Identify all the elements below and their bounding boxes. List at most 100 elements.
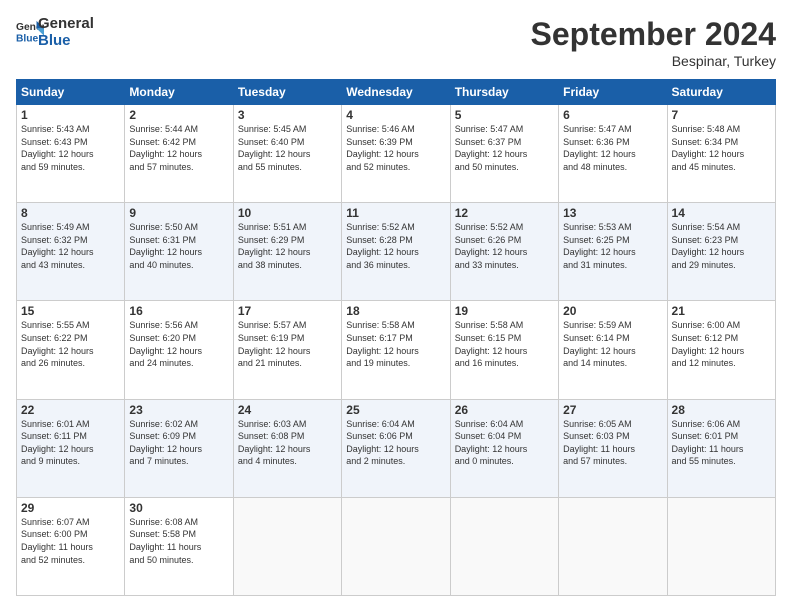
day-cell: 16Sunrise: 5:56 AM Sunset: 6:20 PM Dayli… [125,301,233,399]
day-number: 18 [346,304,445,318]
day-number: 15 [21,304,120,318]
day-cell: 15Sunrise: 5:55 AM Sunset: 6:22 PM Dayli… [17,301,125,399]
day-cell: 5Sunrise: 5:47 AM Sunset: 6:37 PM Daylig… [450,105,558,203]
day-cell: 1Sunrise: 5:43 AM Sunset: 6:43 PM Daylig… [17,105,125,203]
day-info: Sunrise: 5:51 AM Sunset: 6:29 PM Dayligh… [238,221,337,271]
page: General Blue General Blue September 2024… [0,0,792,612]
month-title: September 2024 [531,16,776,53]
day-number: 23 [129,403,228,417]
day-info: Sunrise: 6:02 AM Sunset: 6:09 PM Dayligh… [129,418,228,468]
day-cell: 24Sunrise: 6:03 AM Sunset: 6:08 PM Dayli… [233,399,341,497]
day-cell: 27Sunrise: 6:05 AM Sunset: 6:03 PM Dayli… [559,399,667,497]
day-cell [233,497,341,595]
day-cell: 4Sunrise: 5:46 AM Sunset: 6:39 PM Daylig… [342,105,450,203]
day-info: Sunrise: 5:58 AM Sunset: 6:15 PM Dayligh… [455,319,554,369]
day-info: Sunrise: 5:43 AM Sunset: 6:43 PM Dayligh… [21,123,120,173]
day-cell: 3Sunrise: 5:45 AM Sunset: 6:40 PM Daylig… [233,105,341,203]
day-number: 4 [346,108,445,122]
header-wednesday: Wednesday [342,80,450,105]
day-number: 20 [563,304,662,318]
day-info: Sunrise: 5:52 AM Sunset: 6:26 PM Dayligh… [455,221,554,271]
day-cell: 19Sunrise: 5:58 AM Sunset: 6:15 PM Dayli… [450,301,558,399]
title-block: September 2024 Bespinar, Turkey [531,16,776,69]
day-number: 28 [672,403,771,417]
day-info: Sunrise: 5:53 AM Sunset: 6:25 PM Dayligh… [563,221,662,271]
day-info: Sunrise: 5:49 AM Sunset: 6:32 PM Dayligh… [21,221,120,271]
day-info: Sunrise: 6:04 AM Sunset: 6:04 PM Dayligh… [455,418,554,468]
day-info: Sunrise: 5:54 AM Sunset: 6:23 PM Dayligh… [672,221,771,271]
day-info: Sunrise: 5:57 AM Sunset: 6:19 PM Dayligh… [238,319,337,369]
day-cell: 29Sunrise: 6:07 AM Sunset: 6:00 PM Dayli… [17,497,125,595]
day-cell: 18Sunrise: 5:58 AM Sunset: 6:17 PM Dayli… [342,301,450,399]
day-info: Sunrise: 6:01 AM Sunset: 6:11 PM Dayligh… [21,418,120,468]
day-info: Sunrise: 5:56 AM Sunset: 6:20 PM Dayligh… [129,319,228,369]
day-number: 10 [238,206,337,220]
day-cell: 8Sunrise: 5:49 AM Sunset: 6:32 PM Daylig… [17,203,125,301]
day-number: 12 [455,206,554,220]
week-row-3: 15Sunrise: 5:55 AM Sunset: 6:22 PM Dayli… [17,301,776,399]
calendar-table: Sunday Monday Tuesday Wednesday Thursday… [16,79,776,596]
header-friday: Friday [559,80,667,105]
header-sunday: Sunday [17,80,125,105]
day-info: Sunrise: 6:07 AM Sunset: 6:00 PM Dayligh… [21,516,120,566]
week-row-4: 22Sunrise: 6:01 AM Sunset: 6:11 PM Dayli… [17,399,776,497]
day-number: 19 [455,304,554,318]
day-info: Sunrise: 6:04 AM Sunset: 6:06 PM Dayligh… [346,418,445,468]
day-info: Sunrise: 5:46 AM Sunset: 6:39 PM Dayligh… [346,123,445,173]
week-row-5: 29Sunrise: 6:07 AM Sunset: 6:00 PM Dayli… [17,497,776,595]
day-cell: 12Sunrise: 5:52 AM Sunset: 6:26 PM Dayli… [450,203,558,301]
day-info: Sunrise: 5:50 AM Sunset: 6:31 PM Dayligh… [129,221,228,271]
day-info: Sunrise: 6:05 AM Sunset: 6:03 PM Dayligh… [563,418,662,468]
header-thursday: Thursday [450,80,558,105]
day-info: Sunrise: 6:03 AM Sunset: 6:08 PM Dayligh… [238,418,337,468]
day-cell: 2Sunrise: 5:44 AM Sunset: 6:42 PM Daylig… [125,105,233,203]
day-cell: 13Sunrise: 5:53 AM Sunset: 6:25 PM Dayli… [559,203,667,301]
header-saturday: Saturday [667,80,775,105]
day-number: 1 [21,108,120,122]
day-number: 7 [672,108,771,122]
day-number: 9 [129,206,228,220]
day-cell: 17Sunrise: 5:57 AM Sunset: 6:19 PM Dayli… [233,301,341,399]
day-cell [450,497,558,595]
header: General Blue General Blue September 2024… [16,16,776,69]
day-number: 16 [129,304,228,318]
location-subtitle: Bespinar, Turkey [531,53,776,69]
day-info: Sunrise: 5:45 AM Sunset: 6:40 PM Dayligh… [238,123,337,173]
day-cell: 26Sunrise: 6:04 AM Sunset: 6:04 PM Dayli… [450,399,558,497]
day-cell: 30Sunrise: 6:08 AM Sunset: 5:58 PM Dayli… [125,497,233,595]
day-cell: 20Sunrise: 5:59 AM Sunset: 6:14 PM Dayli… [559,301,667,399]
day-cell [342,497,450,595]
day-cell: 14Sunrise: 5:54 AM Sunset: 6:23 PM Dayli… [667,203,775,301]
day-cell [559,497,667,595]
day-cell: 21Sunrise: 6:00 AM Sunset: 6:12 PM Dayli… [667,301,775,399]
day-number: 29 [21,501,120,515]
day-number: 8 [21,206,120,220]
day-number: 13 [563,206,662,220]
day-number: 3 [238,108,337,122]
day-info: Sunrise: 5:52 AM Sunset: 6:28 PM Dayligh… [346,221,445,271]
day-cell: 6Sunrise: 5:47 AM Sunset: 6:36 PM Daylig… [559,105,667,203]
svg-text:Blue: Blue [16,33,39,44]
day-info: Sunrise: 5:44 AM Sunset: 6:42 PM Dayligh… [129,123,228,173]
day-cell: 28Sunrise: 6:06 AM Sunset: 6:01 PM Dayli… [667,399,775,497]
day-info: Sunrise: 5:47 AM Sunset: 6:37 PM Dayligh… [455,123,554,173]
logo-line1: General [38,16,94,33]
day-number: 21 [672,304,771,318]
day-info: Sunrise: 6:00 AM Sunset: 6:12 PM Dayligh… [672,319,771,369]
header-tuesday: Tuesday [233,80,341,105]
day-number: 14 [672,206,771,220]
day-number: 11 [346,206,445,220]
day-info: Sunrise: 6:06 AM Sunset: 6:01 PM Dayligh… [672,418,771,468]
day-cell: 25Sunrise: 6:04 AM Sunset: 6:06 PM Dayli… [342,399,450,497]
day-info: Sunrise: 5:58 AM Sunset: 6:17 PM Dayligh… [346,319,445,369]
day-info: Sunrise: 5:47 AM Sunset: 6:36 PM Dayligh… [563,123,662,173]
day-number: 25 [346,403,445,417]
header-monday: Monday [125,80,233,105]
day-cell [667,497,775,595]
week-row-1: 1Sunrise: 5:43 AM Sunset: 6:43 PM Daylig… [17,105,776,203]
day-info: Sunrise: 5:59 AM Sunset: 6:14 PM Dayligh… [563,319,662,369]
day-info: Sunrise: 5:48 AM Sunset: 6:34 PM Dayligh… [672,123,771,173]
day-cell: 22Sunrise: 6:01 AM Sunset: 6:11 PM Dayli… [17,399,125,497]
day-number: 30 [129,501,228,515]
day-cell: 11Sunrise: 5:52 AM Sunset: 6:28 PM Dayli… [342,203,450,301]
